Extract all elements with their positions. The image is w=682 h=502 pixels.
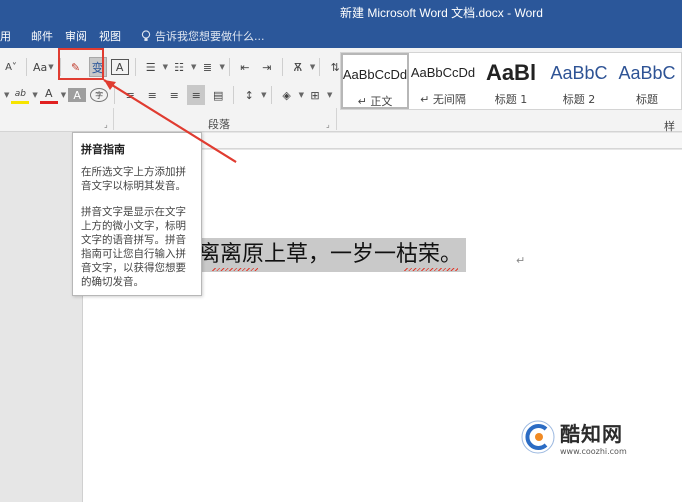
spelling-underline bbox=[404, 268, 458, 271]
change-case-label: Aa bbox=[33, 60, 48, 74]
tooltip-title: 拼音指南 bbox=[81, 143, 125, 156]
style-preview: AaBbCcDd bbox=[410, 65, 476, 80]
styles-gallery: AaBbCcDd ↵ 正文 AaBbCcDd ↵ 无间隔 AaBl 标题 1 A… bbox=[340, 52, 682, 110]
enclose-characters-button[interactable]: 字 bbox=[90, 88, 109, 102]
divider bbox=[228, 58, 230, 76]
divider bbox=[270, 86, 272, 104]
chevron-down-icon[interactable]: ▼ bbox=[219, 63, 224, 71]
style-title[interactable]: AaBbC 标题 bbox=[613, 53, 681, 109]
change-case-button[interactable]: Aa ▼ bbox=[33, 57, 54, 77]
divider bbox=[114, 86, 116, 104]
lightbulb-icon bbox=[141, 30, 151, 41]
divider bbox=[134, 58, 136, 76]
character-shading-button[interactable]: A bbox=[68, 88, 87, 102]
divider bbox=[319, 58, 321, 76]
style-preview: AaBl bbox=[485, 60, 537, 85]
ribbon-tabs: 用 邮件 审阅 视图 告诉我您想要做什么... bbox=[0, 26, 265, 46]
style-heading-1[interactable]: AaBl 标题 1 bbox=[477, 53, 545, 109]
chinese-layout-icon[interactable]: Ѫ bbox=[289, 57, 307, 77]
paragraph-dialog-launcher-icon[interactable]: ⌟ bbox=[326, 120, 330, 129]
highlight-button[interactable]: ab bbox=[11, 86, 30, 104]
style-name: 标题 bbox=[636, 93, 658, 106]
style-preview: AaBbC bbox=[618, 63, 676, 83]
style-name: 标题 2 bbox=[562, 93, 596, 106]
chevron-down-icon: ▼ bbox=[48, 63, 54, 71]
align-center-icon[interactable]: ≡ bbox=[143, 85, 161, 105]
tooltip-description: 在所选文字上方添加拼音文字以标明其发音。 bbox=[81, 166, 186, 192]
annotation-highlight-box bbox=[58, 48, 104, 80]
style-preview: AaBbCcDd bbox=[342, 67, 408, 82]
chevron-down-icon[interactable]: ▼ bbox=[32, 91, 37, 99]
ribbon-row-2: ▼ ab ▼ A ▼ A 字 ≡ ≡ ≡ ≡ ▤ ↕ ▼ ◈ ▼ ⊞ ▼ bbox=[0, 84, 332, 106]
watermark-text: 酷知网 www.coozhi.com bbox=[560, 418, 627, 456]
tab-view[interactable]: 视图 bbox=[99, 28, 133, 44]
font-color-icon: A bbox=[45, 87, 53, 100]
align-right-icon[interactable]: ≡ bbox=[165, 85, 183, 105]
style-name: ↵ 无间隔 bbox=[420, 93, 466, 106]
divider bbox=[26, 58, 27, 76]
numbering-icon[interactable]: ☷ bbox=[170, 57, 188, 77]
phonetic-guide-tooltip: 拼音指南 在所选文字上方添加拼音文字以标明其发音。 拼音文字是显示在文字上方的微… bbox=[72, 132, 202, 296]
chevron-down-icon[interactable]: ▼ bbox=[61, 91, 66, 99]
enclose-characters-icon: 字 bbox=[95, 90, 104, 100]
style-preview: AaBbC bbox=[550, 63, 608, 83]
tooltip-details: 拼音文字是显示在文字上方的微小文字，标明文字的语音拼写。拼音指南可让您自行输入拼… bbox=[81, 206, 186, 288]
bullets-icon[interactable]: ☰ bbox=[142, 57, 160, 77]
decrease-indent-icon[interactable]: ⇤ bbox=[236, 57, 254, 77]
style-name: 标题 1 bbox=[494, 93, 528, 106]
chevron-down-icon[interactable]: ▼ bbox=[299, 91, 304, 99]
chevron-down-icon[interactable]: ▼ bbox=[261, 91, 266, 99]
increase-indent-icon[interactable]: ⇥ bbox=[258, 57, 276, 77]
watermark: 酷知网 www.coozhi.com bbox=[520, 418, 627, 456]
tab-mailings[interactable]: 邮件 bbox=[31, 28, 65, 44]
multilevel-list-icon[interactable]: ≣ bbox=[198, 57, 216, 77]
justify-icon[interactable]: ≡ bbox=[187, 85, 206, 105]
ribbon-row-1: A˅ Aa▼ ✎ 变 A ☰▼ ☷▼ ≣▼ ⇤ ⇥ Ѫ▼ ⇅ ↵ bbox=[0, 56, 368, 78]
align-left-icon[interactable]: ≡ bbox=[121, 85, 139, 105]
tell-me-search[interactable]: 告诉我您想要做什么... bbox=[141, 28, 265, 44]
chevron-down-icon[interactable]: ▼ bbox=[191, 63, 196, 71]
chevron-down-icon[interactable]: ▼ bbox=[4, 91, 9, 99]
spelling-underline bbox=[212, 268, 258, 271]
style-name: ↵ 正文 bbox=[357, 95, 393, 108]
distributed-icon[interactable]: ▤ bbox=[209, 85, 227, 105]
paragraph-mark-icon: ↵ bbox=[516, 254, 526, 267]
shrink-font-button[interactable]: A˅ bbox=[2, 57, 20, 77]
tab-review[interactable]: 审阅 bbox=[65, 28, 99, 44]
tab-references[interactable]: 用 bbox=[0, 28, 23, 44]
style-heading-2[interactable]: AaBbC 标题 2 bbox=[545, 53, 613, 109]
character-shading-icon: A bbox=[73, 88, 81, 102]
chevron-down-icon[interactable]: ▼ bbox=[163, 63, 168, 71]
font-color-button[interactable]: A bbox=[39, 86, 58, 104]
group-divider bbox=[336, 108, 337, 130]
watermark-url: www.coozhi.com bbox=[560, 447, 627, 456]
coozhi-logo-icon bbox=[521, 420, 555, 454]
character-border-button[interactable]: A bbox=[110, 59, 129, 75]
borders-icon[interactable]: ⊞ bbox=[306, 85, 324, 105]
selected-document-text[interactable]: 离离原上草，一岁一枯荣。 bbox=[194, 238, 467, 272]
chevron-down-icon[interactable]: ▼ bbox=[310, 63, 315, 71]
line-spacing-icon[interactable]: ↕ bbox=[240, 85, 258, 105]
divider bbox=[233, 86, 235, 104]
shading-icon[interactable]: ◈ bbox=[278, 85, 296, 105]
paragraph-group-label: 段落 bbox=[208, 118, 230, 131]
style-normal[interactable]: AaBbCcDd ↵ 正文 bbox=[341, 53, 409, 109]
chevron-down-icon[interactable]: ▼ bbox=[327, 91, 332, 99]
divider bbox=[281, 58, 283, 76]
font-dialog-launcher-icon[interactable]: ⌟ bbox=[104, 120, 108, 129]
tell-me-text: 告诉我您想要做什么... bbox=[155, 30, 265, 43]
character-border-icon: A bbox=[115, 60, 124, 74]
style-no-spacing[interactable]: AaBbCcDd ↵ 无间隔 bbox=[409, 53, 477, 109]
group-divider bbox=[113, 108, 114, 130]
window-title: 新建 Microsoft Word 文档.docx - Word bbox=[340, 6, 543, 20]
highlight-icon: ab bbox=[14, 88, 26, 99]
title-bar: 新建 Microsoft Word 文档.docx - Word 用 邮件 审阅… bbox=[0, 0, 682, 48]
watermark-name: 酷知网 bbox=[560, 422, 623, 446]
